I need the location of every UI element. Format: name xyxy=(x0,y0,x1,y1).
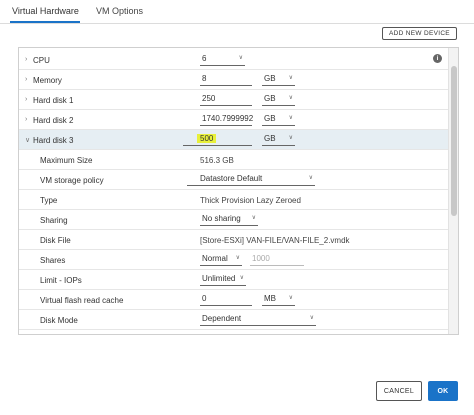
type-label: Type xyxy=(40,196,58,205)
type-value: Thick Provision Lazy Zeroed xyxy=(200,196,301,205)
hard-disk-1-label: Hard disk 1 xyxy=(33,96,74,105)
chevron-down-icon: ∨ xyxy=(239,275,244,281)
chevron-right-icon[interactable]: › xyxy=(25,116,27,123)
shares-label: Shares xyxy=(40,256,66,265)
scrollbar[interactable] xyxy=(448,48,458,334)
sharing-select[interactable]: No sharing ∨ xyxy=(200,213,258,226)
memory-unit-select[interactable]: GB ∨ xyxy=(262,73,295,86)
hard-disk-1-row[interactable]: › Hard disk 1 250 GB ∨ xyxy=(19,90,450,110)
chevron-down-icon: ∨ xyxy=(251,215,256,221)
memory-row[interactable]: › Memory 8 GB ∨ xyxy=(19,70,450,90)
chevron-down-icon: ∨ xyxy=(309,315,314,321)
limit-iops-select[interactable]: Unlimited ∨ xyxy=(200,273,246,286)
disk-file-label: Disk File xyxy=(40,236,71,245)
hard-disk-3-input[interactable]: 500 xyxy=(183,133,252,146)
chevron-right-icon[interactable]: › xyxy=(25,56,27,63)
hard-disk-2-row[interactable]: › Hard disk 2 1740.7999992 GB ∨ xyxy=(19,110,450,130)
tab-divider xyxy=(0,23,474,24)
scrollbar-thumb[interactable] xyxy=(451,66,457,216)
memory-input[interactable]: 8 xyxy=(200,73,252,86)
max-size-value: 516.3 GB xyxy=(200,156,234,165)
shares-row: Shares Normal ∨ 1000 xyxy=(19,250,450,270)
hard-disk-2-unit-select[interactable]: GB ∨ xyxy=(262,113,295,126)
hard-disk-1-unit-select[interactable]: GB ∨ xyxy=(262,93,295,106)
shares-select[interactable]: Normal ∨ xyxy=(200,253,242,266)
disk-file-value: [Store-ESXi] VAN-FILE/VAN-FILE_2.vmdk xyxy=(200,236,350,245)
max-size-label: Maximum Size xyxy=(40,156,93,165)
tab-virtual-hardware[interactable]: Virtual Hardware xyxy=(12,6,79,16)
chevron-down-icon: ∨ xyxy=(288,295,293,301)
ok-button[interactable]: OK xyxy=(428,381,458,401)
limit-iops-row: Limit - IOPs Unlimited ∨ xyxy=(19,270,450,290)
cancel-button[interactable]: CANCEL xyxy=(376,381,422,401)
chevron-right-icon[interactable]: › xyxy=(25,76,27,83)
memory-label: Memory xyxy=(33,76,62,85)
disk-mode-select[interactable]: Dependent ∨ xyxy=(200,313,316,326)
storage-policy-select[interactable]: Datastore Default ∨ xyxy=(187,173,315,186)
cpu-row[interactable]: › CPU 6 ∨ xyxy=(19,50,450,70)
add-new-device-button[interactable]: ADD NEW DEVICE xyxy=(382,27,457,40)
hard-disk-2-label: Hard disk 2 xyxy=(33,116,74,125)
chevron-down-icon: ∨ xyxy=(288,135,293,141)
cpu-label: CPU xyxy=(33,56,50,65)
max-size-row: Maximum Size 516.3 GB xyxy=(19,150,450,170)
chevron-down-icon: ∨ xyxy=(288,75,293,81)
shares-count-input[interactable]: 1000 xyxy=(250,253,304,266)
disk-mode-row: Disk Mode Dependent ∨ xyxy=(19,310,450,330)
disk-file-row: Disk File [Store-ESXi] VAN-FILE/VAN-FILE… xyxy=(19,230,450,250)
chevron-right-icon[interactable]: › xyxy=(25,96,27,103)
flash-cache-label: Virtual flash read cache xyxy=(40,296,124,305)
chevron-down-icon[interactable]: ∨ xyxy=(25,136,30,144)
tab-bar: Virtual Hardware VM Options xyxy=(0,0,474,24)
chevron-down-icon: ∨ xyxy=(308,175,313,181)
sharing-label: Sharing xyxy=(40,216,68,225)
cpu-select[interactable]: 6 ∨ xyxy=(200,53,245,66)
flash-cache-unit-select[interactable]: MB ∨ xyxy=(262,293,295,306)
hard-disk-2-input[interactable]: 1740.7999992 xyxy=(200,113,253,126)
limit-iops-label: Limit - IOPs xyxy=(40,276,82,285)
chevron-down-icon: ∨ xyxy=(288,95,293,101)
chevron-down-icon: ∨ xyxy=(235,255,240,261)
tab-vm-options[interactable]: VM Options xyxy=(96,6,143,16)
hard-disk-3-row[interactable]: ∨ Hard disk 3 500 GB ∨ xyxy=(19,130,450,150)
chevron-down-icon: ∨ xyxy=(238,55,243,61)
hard-disk-3-label: Hard disk 3 xyxy=(33,136,74,145)
chevron-down-icon: ∨ xyxy=(288,115,293,121)
hardware-panel: i › CPU 6 ∨ › Memory 8 GB ∨ › Hard disk … xyxy=(18,47,459,335)
storage-policy-row: VM storage policy Datastore Default ∨ xyxy=(19,170,450,190)
sharing-row: Sharing No sharing ∨ xyxy=(19,210,450,230)
hard-disk-3-unit-select[interactable]: GB ∨ xyxy=(262,133,295,146)
flash-cache-input[interactable]: 0 xyxy=(200,293,252,306)
flash-cache-row: Virtual flash read cache 0 MB ∨ xyxy=(19,290,450,310)
storage-policy-label: VM storage policy xyxy=(40,176,104,185)
hard-disk-1-input[interactable]: 250 xyxy=(200,93,252,106)
type-row: Type Thick Provision Lazy Zeroed xyxy=(19,190,450,210)
disk-mode-label: Disk Mode xyxy=(40,316,78,325)
